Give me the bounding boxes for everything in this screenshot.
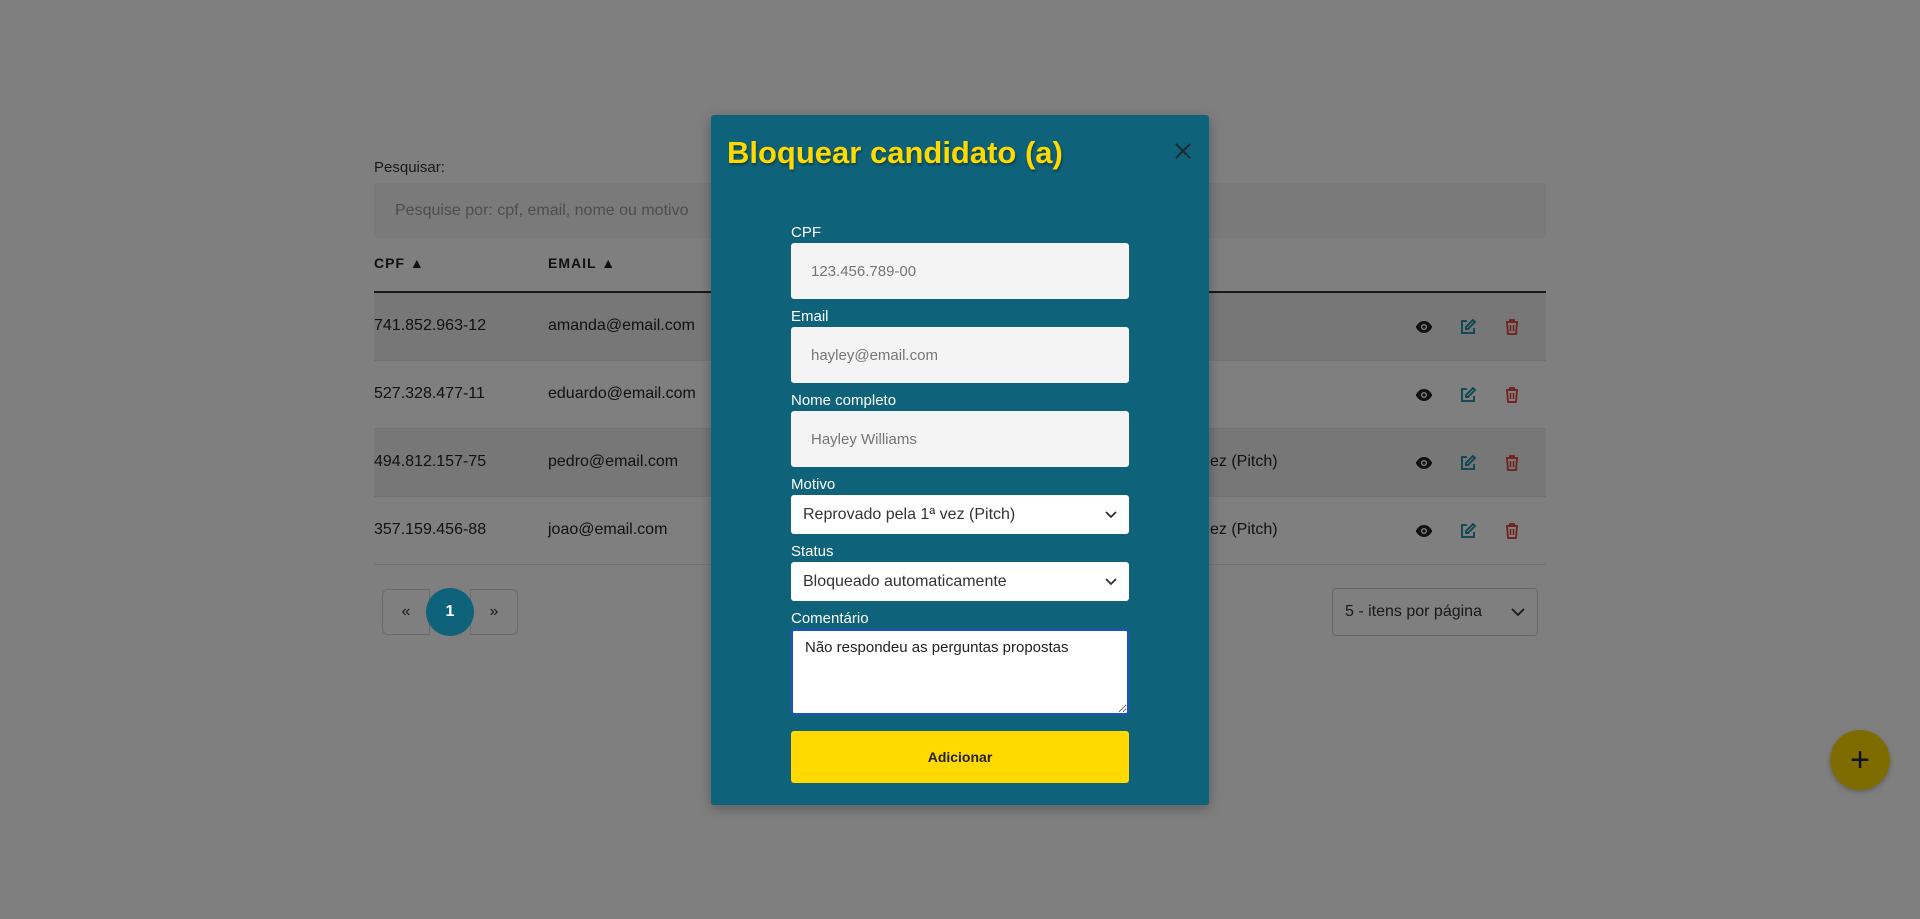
add-button[interactable]: Adicionar <box>791 731 1129 783</box>
comentario-textarea[interactable]: Não respondeu as perguntas propostas <box>791 629 1129 715</box>
chevron-down-icon <box>1105 577 1117 585</box>
chevron-down-icon <box>1105 510 1117 518</box>
pagination-page-button[interactable]: 1 <box>426 588 474 636</box>
motivo-value: Reprovado pela 1ª vez (Pitch) <box>803 505 1016 523</box>
nome-input[interactable] <box>791 411 1129 467</box>
email-label: Email <box>791 308 829 325</box>
block-candidate-modal: Bloquear candidato (a) CPF Email Nome co… <box>711 115 1209 805</box>
status-label: Status <box>791 543 834 560</box>
modal-title: Bloquear candidato (a) <box>727 135 1063 170</box>
close-icon[interactable] <box>1171 139 1195 163</box>
motivo-select[interactable]: Reprovado pela 1ª vez (Pitch) <box>791 495 1129 534</box>
nome-label: Nome completo <box>791 392 897 409</box>
status-select[interactable]: Bloqueado automaticamente <box>791 562 1129 601</box>
email-input[interactable] <box>791 327 1129 383</box>
comentario-label: Comentário <box>791 610 869 627</box>
status-value: Bloqueado automaticamente <box>803 572 1007 590</box>
cpf-input[interactable] <box>791 243 1129 299</box>
cpf-label: CPF <box>791 224 821 241</box>
block-candidate-form: CPF Email Nome completo Motivo Reprovado… <box>791 223 1129 783</box>
motivo-label: Motivo <box>791 476 836 493</box>
